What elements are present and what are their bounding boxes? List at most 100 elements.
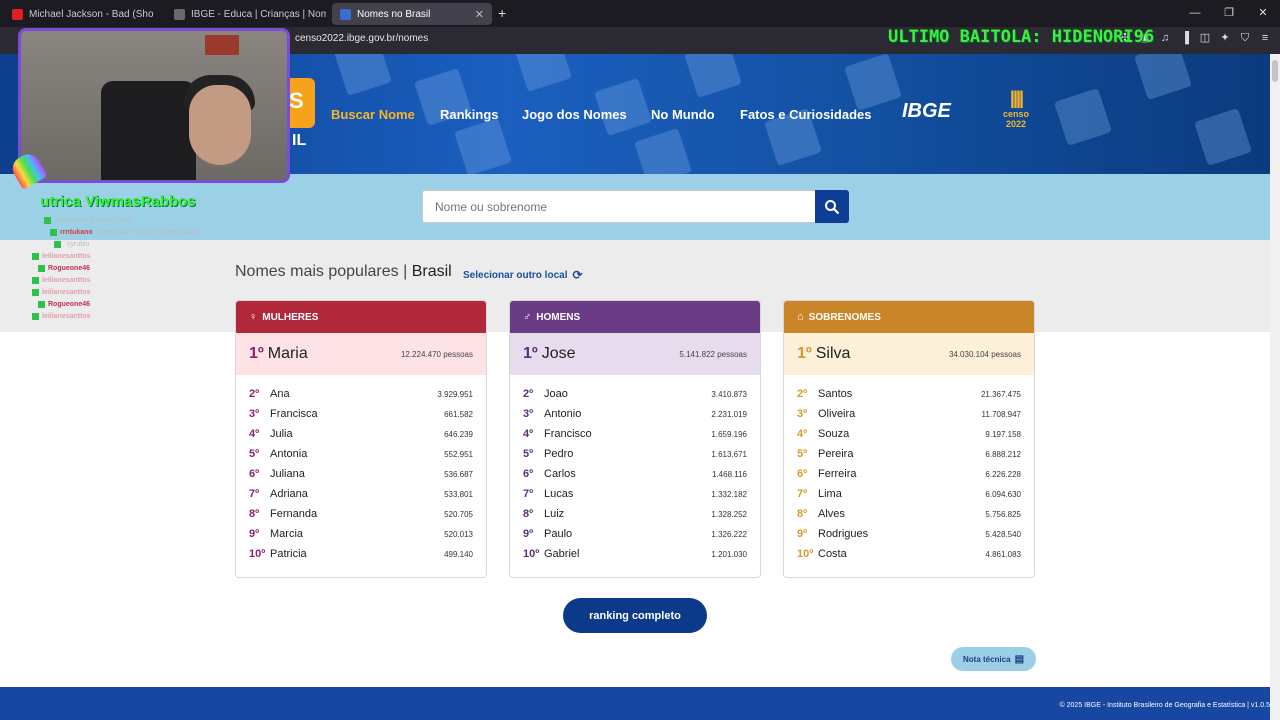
ranking-row[interactable]: 9º Paulo 1.326.222: [510, 524, 760, 544]
name-label: Carlos: [544, 468, 576, 480]
chat-badge-icon: [32, 312, 39, 320]
scrollbar[interactable]: [1270, 54, 1280, 720]
ranking-row[interactable]: 6º Ferreira 6.226.228: [784, 464, 1034, 484]
ranking-row[interactable]: 5º Pedro 1.613.671: [510, 444, 760, 464]
rank-number: 6º: [523, 468, 534, 480]
restore-icon[interactable]: ❐: [1212, 0, 1246, 27]
ranking-row[interactable]: 7º Lucas 1.332.182: [510, 484, 760, 504]
new-tab-button[interactable]: +: [498, 5, 506, 21]
menu-fatos-curiosidades[interactable]: Fatos e Curiosidades: [740, 107, 871, 122]
top-ranked-item[interactable]: 1º Silva 34.030.104 pessoas: [784, 333, 1034, 375]
ranking-row[interactable]: 4º Francisco 1.659.196: [510, 424, 760, 444]
stream-banner: ULTIMO BAITOLA: HIDENORI96: [888, 27, 1155, 47]
people-count: 3.410.873: [711, 389, 747, 399]
address-bar[interactable]: censo2022.ibge.gov.br/nomes: [295, 33, 428, 44]
name-label: Joao: [544, 388, 568, 400]
chat-message: leilianesanttos: [32, 274, 232, 286]
card-header: ♀ MULHERES: [236, 301, 486, 333]
rank-number: 9º: [523, 528, 534, 540]
nota-tecnica-button[interactable]: Nota técnica ▤: [951, 647, 1036, 671]
people-count: 3.929.951: [437, 389, 473, 399]
page-icon: [174, 8, 185, 20]
rank-number: 2º: [797, 388, 808, 400]
minimize-icon[interactable]: —: [1178, 0, 1212, 27]
browser-tab-0[interactable]: Michael Jackson - Bad (Sho: [4, 3, 162, 25]
music-icon[interactable]: ♫: [1158, 31, 1172, 45]
rank-number: 4º: [797, 428, 808, 440]
chat-header: utrica ViwmasRabbos: [40, 193, 196, 210]
menu-icon[interactable]: ≡: [1258, 31, 1272, 45]
section-title: Nomes mais populares | Brasil: [235, 263, 452, 280]
name-label: Antonia: [270, 448, 308, 460]
ranking-row[interactable]: 6º Carlos 1.468.116: [510, 464, 760, 484]
ranking-row[interactable]: 2º Santos 21.367.475: [784, 384, 1034, 404]
top-ranked-item[interactable]: 1º Maria 12.224.470 pessoas: [236, 333, 486, 375]
chat-badge-icon: [44, 216, 51, 224]
menu-jogo-dos-nomes[interactable]: Jogo dos Nomes: [522, 107, 627, 122]
rank-number: 4º: [523, 428, 534, 440]
people-count: 9.197.158: [985, 429, 1021, 439]
people-count: 1.659.196: [711, 429, 747, 439]
shield-icon[interactable]: ⛉: [1238, 31, 1252, 45]
menu-buscar-nome[interactable]: Buscar Nome: [331, 107, 415, 122]
ranking-row[interactable]: 6º Juliana 536.687: [236, 464, 486, 484]
ranking-row[interactable]: 2º Joao 3.410.873: [510, 384, 760, 404]
close-tab-icon[interactable]: ✕: [475, 8, 484, 21]
search-input[interactable]: [422, 190, 815, 223]
ranking-row[interactable]: 3º Francisca 661.582: [236, 404, 486, 424]
ranking-row[interactable]: 7º Lima 6.094.630: [784, 484, 1034, 504]
ranking-row[interactable]: 8º Alves 5.756.825: [784, 504, 1034, 524]
ranking-row[interactable]: 8º Luiz 1.328.252: [510, 504, 760, 524]
people-count: 520.013: [444, 529, 473, 539]
footer-text: © 2025 IBGE - Instituto Brasileiro de Ge…: [1059, 702, 1270, 709]
change-location-link[interactable]: Selecionar outro local ⟳: [463, 268, 583, 282]
name-label: Oliveira: [818, 408, 856, 420]
menu-rankings[interactable]: Rankings: [440, 107, 499, 122]
ranking-row[interactable]: 3º Oliveira 11.708.947: [784, 404, 1034, 424]
name-label: Gabriel: [544, 548, 580, 560]
ranking-row[interactable]: 10º Gabriel 1.201.030: [510, 544, 760, 564]
family-icon: ⌂: [797, 311, 804, 323]
people-count: 21.367.475: [980, 389, 1021, 399]
name-label: Juliana: [270, 468, 305, 480]
rank-number: 1º: [249, 345, 264, 362]
rank-number: 7º: [249, 488, 260, 500]
ranking-row[interactable]: 4º Souza 9.197.158: [784, 424, 1034, 444]
ranking-row[interactable]: 9º Rodrigues 5.428.540: [784, 524, 1034, 544]
chat-message: seu nome e wesler, smd: [32, 214, 232, 226]
browser-tab-1[interactable]: IBGE - Educa | Crianças | Nomes do B: [166, 3, 326, 25]
ranking-completo-button[interactable]: ranking completo: [563, 598, 707, 633]
ai-icon[interactable]: ✦: [1218, 31, 1232, 45]
browser-tab-2[interactable]: Nomes no Brasil ✕: [332, 3, 492, 25]
chat-message: rrntukano quero falar mal do michael jaks…: [32, 226, 232, 238]
censo-logo[interactable]: |||| censo 2022: [998, 88, 1034, 132]
ranking-row[interactable]: 5º Antonia 552.951: [236, 444, 486, 464]
ranking-row[interactable]: 4º Julia 646.239: [236, 424, 486, 444]
name-label: Santos: [818, 388, 853, 400]
youtube-icon: [12, 8, 23, 20]
wallet-icon[interactable]: ◫: [1198, 31, 1212, 45]
ranking-row[interactable]: 3º Antonio 2.231.019: [510, 404, 760, 424]
chat-badge-icon: [38, 264, 45, 272]
people-count: 6.888.212: [985, 449, 1021, 459]
refresh-icon: ⟳: [572, 268, 583, 282]
menu-no-mundo[interactable]: No Mundo: [651, 107, 715, 122]
sidebar-icon[interactable]: ▐: [1178, 31, 1192, 45]
top-ranked-item[interactable]: 1º Jose 5.141.822 pessoas: [510, 333, 760, 375]
ranking-row[interactable]: 7º Adriana 533.801: [236, 484, 486, 504]
name-label: Adriana: [270, 488, 308, 500]
ibge-logo[interactable]: IBGE: [902, 100, 951, 123]
search-button[interactable]: [815, 190, 849, 223]
close-window-icon[interactable]: ✕: [1246, 0, 1280, 27]
people-count: 2.231.019: [711, 409, 747, 419]
rank-number: 5º: [523, 448, 534, 460]
ranking-row[interactable]: 2º Ana 3.929.951: [236, 384, 486, 404]
ranking-row[interactable]: 10º Costa 4.861.083: [784, 544, 1034, 564]
rank-number: 1º: [797, 345, 812, 362]
ranking-row[interactable]: 10º Patricia 499.140: [236, 544, 486, 564]
ranking-row[interactable]: 9º Marcia 520.013: [236, 524, 486, 544]
ranking-row[interactable]: 8º Fernanda 520.705: [236, 504, 486, 524]
site-logo[interactable]: S: [287, 78, 315, 128]
ranking-row[interactable]: 5º Pereira 6.888.212: [784, 444, 1034, 464]
people-count: 1.328.252: [711, 509, 747, 519]
